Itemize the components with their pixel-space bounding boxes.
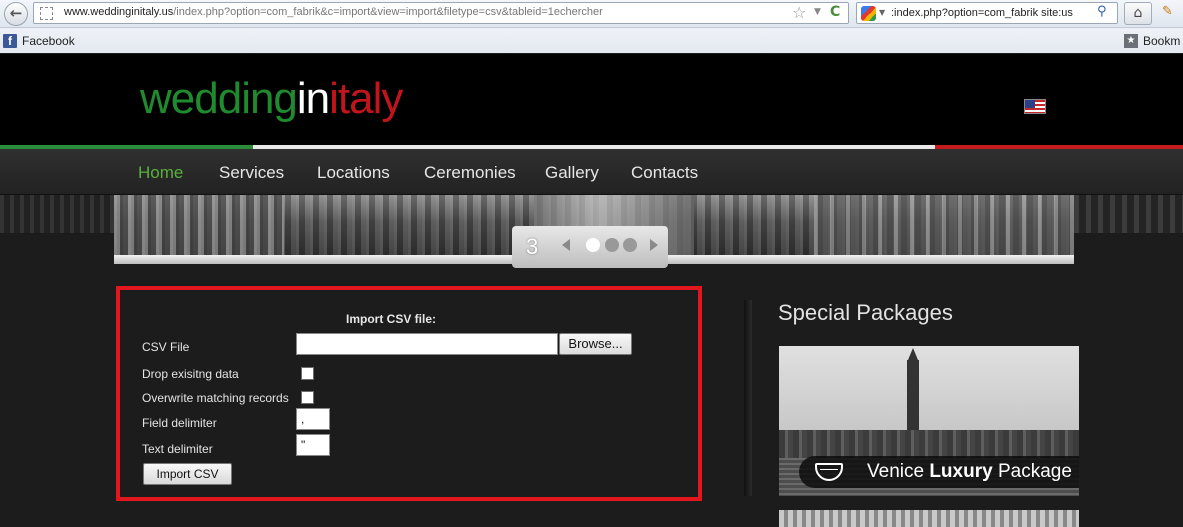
nav-ceremonies[interactable]: Ceremonies bbox=[424, 163, 516, 183]
import-csv-button[interactable]: Import CSV bbox=[143, 463, 232, 485]
bookmark-star-icon[interactable]: ☆ bbox=[792, 3, 806, 22]
reload-icon[interactable]: C bbox=[830, 4, 840, 20]
site-logo[interactable]: weddinginitaly bbox=[140, 74, 403, 124]
text-delimiter-input[interactable]: " bbox=[296, 434, 330, 456]
address-bar-url[interactable]: www.weddinginitaly.us/index.php?option=c… bbox=[64, 6, 603, 18]
field-delimiter-label: Field delimiter bbox=[142, 416, 217, 430]
home-icon: ⌂ bbox=[1133, 5, 1143, 21]
us-flag-icon[interactable] bbox=[1024, 99, 1046, 114]
slide-dot[interactable] bbox=[586, 238, 600, 252]
nav-services[interactable]: Services bbox=[219, 163, 284, 183]
sidebar-divider bbox=[744, 300, 752, 496]
browser-chrome: ← www.weddinginitaly.us/index.php?option… bbox=[0, 0, 1183, 53]
facebook-icon[interactable]: f bbox=[3, 34, 17, 48]
slide-dot[interactable] bbox=[605, 238, 619, 252]
overwrite-label: Overwrite matching records bbox=[142, 391, 289, 405]
back-arrow-icon: ← bbox=[9, 4, 23, 22]
site-header: weddinginitaly bbox=[0, 54, 1183, 147]
diamond-icon bbox=[815, 463, 843, 481]
csv-file-input[interactable] bbox=[296, 333, 558, 355]
previous-slide-icon[interactable] bbox=[562, 239, 570, 251]
search-engine-dropdown-icon[interactable]: ▼ bbox=[879, 8, 885, 17]
banner-edge-left bbox=[0, 195, 114, 233]
nav-contacts[interactable]: Contacts bbox=[631, 163, 698, 183]
drop-data-checkbox[interactable] bbox=[301, 367, 314, 380]
special-packages-title: Special Packages bbox=[778, 300, 953, 325]
overwrite-checkbox[interactable] bbox=[301, 391, 314, 404]
address-bar[interactable]: www.weddinginitaly.us/index.php?option=c… bbox=[33, 2, 849, 24]
bookmark-facebook[interactable]: Facebook bbox=[22, 34, 75, 48]
nav-gallery[interactable]: Gallery bbox=[545, 163, 599, 183]
search-icon[interactable]: ⚲ bbox=[1097, 4, 1107, 19]
browse-button[interactable]: Browse... bbox=[559, 333, 632, 355]
import-title: Import CSV file: bbox=[346, 312, 437, 326]
nav-home[interactable]: Home bbox=[138, 163, 183, 183]
google-search-engine-icon[interactable] bbox=[861, 6, 876, 21]
venice-package-card[interactable]: Venice Luxury Package bbox=[779, 346, 1079, 496]
nav-locations[interactable]: Locations bbox=[317, 163, 390, 183]
import-csv-panel: Import CSV file: CSV File Browse... Drop… bbox=[116, 286, 702, 501]
home-button[interactable]: ⌂ bbox=[1124, 2, 1152, 25]
field-delimiter-input[interactable]: , bbox=[296, 408, 330, 430]
bookmarks-icon[interactable]: ★ bbox=[1124, 34, 1138, 48]
drop-data-label: Drop exisitng data bbox=[142, 367, 239, 381]
search-input[interactable]: :index.php?option=com_fabrik site:us bbox=[891, 7, 1073, 19]
banner-edge-right bbox=[1074, 195, 1183, 233]
package-name: Venice Luxury Package bbox=[867, 461, 1072, 482]
main-navigation: Home Services Locations Ceremonies Galle… bbox=[0, 149, 1183, 195]
package-label-bar: Venice Luxury Package bbox=[799, 456, 1079, 488]
csv-file-label: CSV File bbox=[142, 340, 190, 354]
site-identity-icon[interactable] bbox=[40, 7, 53, 20]
history-dropdown-icon[interactable]: ▼ bbox=[814, 7, 821, 17]
next-package-card[interactable] bbox=[779, 510, 1079, 527]
bookmarks-menu[interactable]: Bookm bbox=[1143, 34, 1180, 48]
bookmarks-bar: f Facebook ★ Bookm bbox=[0, 29, 1183, 53]
slide-dot[interactable] bbox=[623, 238, 637, 252]
text-delimiter-label: Text delimiter bbox=[142, 442, 213, 456]
addon-icon[interactable]: ✎ bbox=[1162, 4, 1180, 22]
slide-number: 3 bbox=[526, 234, 539, 259]
next-slide-icon[interactable] bbox=[650, 239, 658, 251]
slider-controls: 3 bbox=[512, 226, 668, 268]
back-button[interactable]: ← bbox=[4, 2, 28, 26]
search-bar[interactable]: ▼ :index.php?option=com_fabrik site:us ⚲ bbox=[856, 2, 1118, 24]
browser-toolbar: ← www.weddinginitaly.us/index.php?option… bbox=[0, 0, 1183, 28]
